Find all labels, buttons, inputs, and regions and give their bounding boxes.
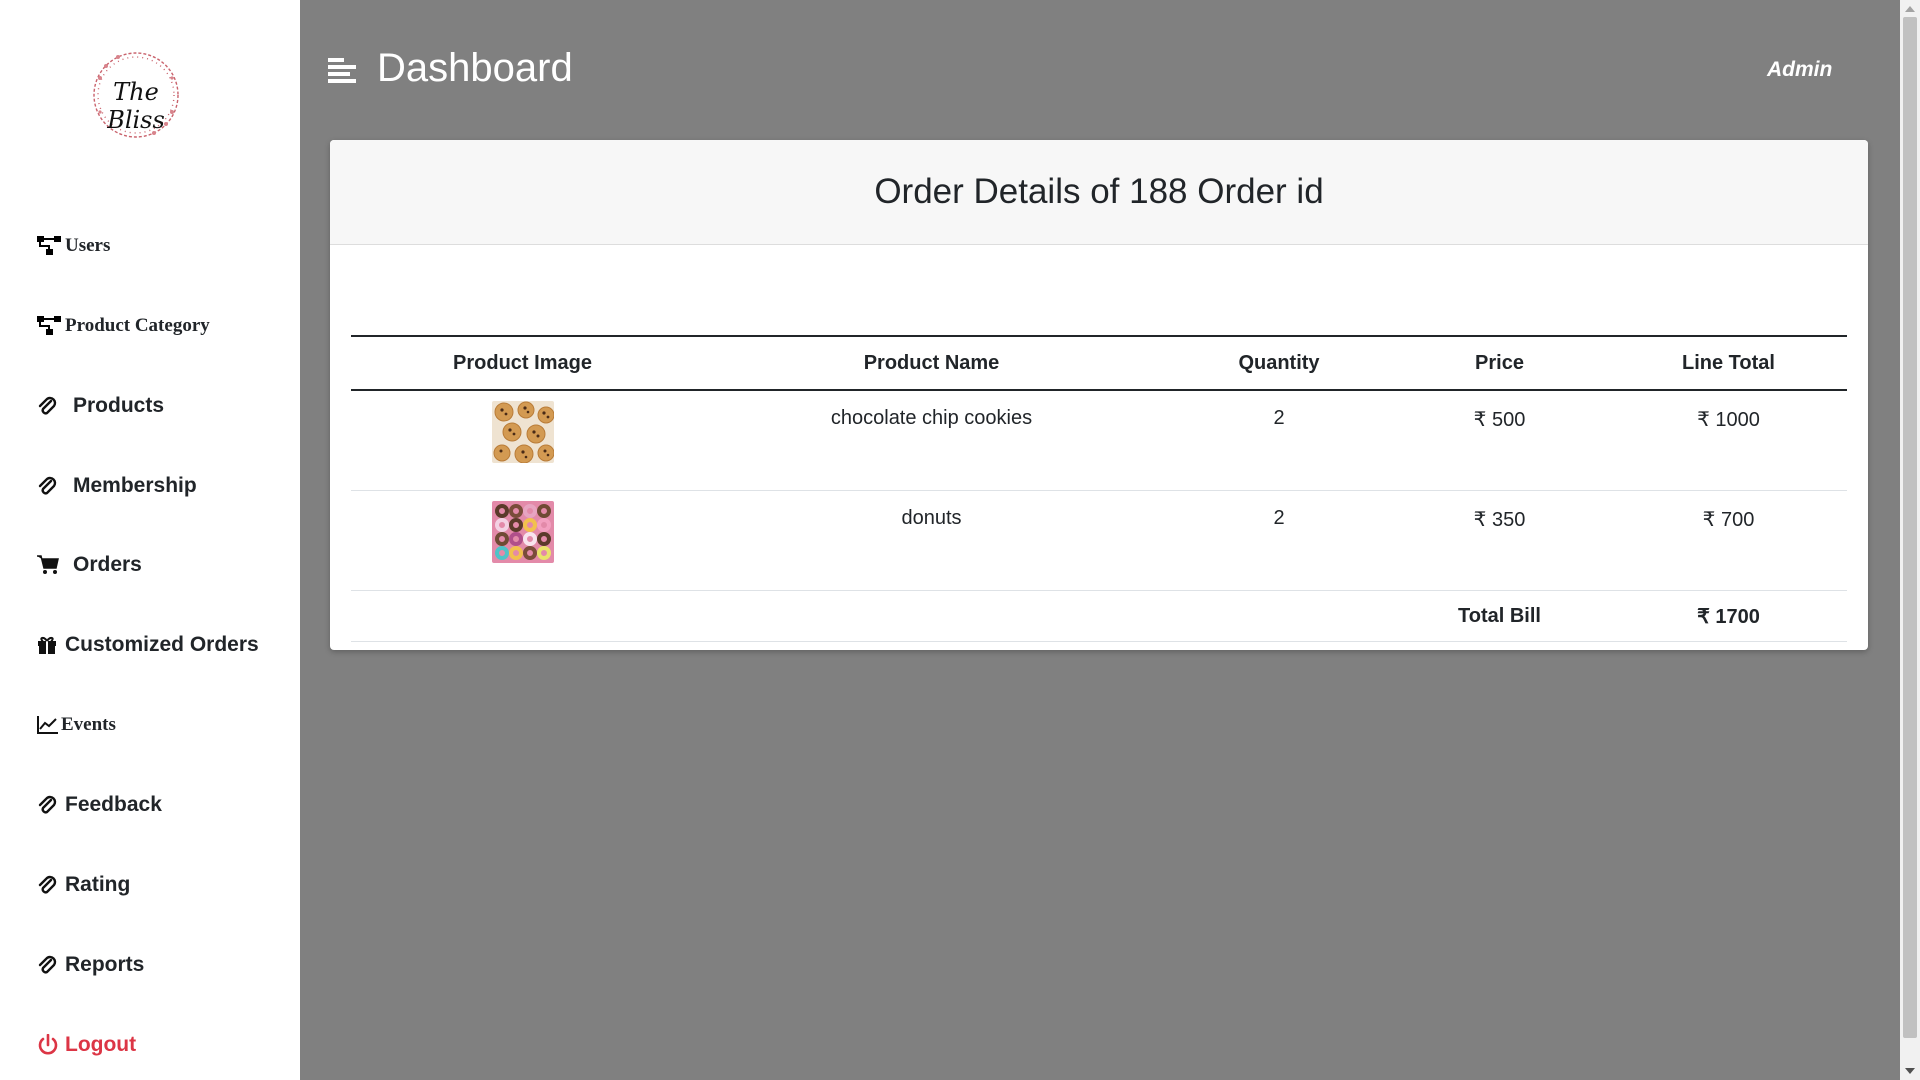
paperclip-icon: [37, 954, 63, 976]
sidebar-item-reports[interactable]: Reports: [37, 949, 144, 981]
sidebar-item-products[interactable]: Products: [37, 390, 164, 422]
column-header: Quantity: [1169, 335, 1389, 391]
logo-text: The Bliss: [107, 78, 165, 134]
sidebar: The Bliss Users Product Category Product…: [0, 0, 300, 1080]
sidebar-item-users[interactable]: Users: [37, 230, 110, 262]
price: ₹ 500: [1389, 390, 1610, 491]
sidebar-item-label: Membership: [73, 474, 197, 497]
sidebar-item-label: Rating: [65, 873, 131, 896]
column-header: Price: [1389, 335, 1610, 391]
card-header: Order Details of 188 Order id: [330, 140, 1868, 245]
donuts-image: [491, 501, 554, 563]
total-bill-label: Total Bill: [1389, 590, 1610, 642]
sidebar-item-label: Users: [65, 235, 111, 256]
power-icon: [37, 1034, 63, 1056]
column-header: Product Name: [694, 335, 1169, 391]
total-row: Total Bill ₹ 1700: [351, 590, 1847, 642]
product-image-cell: [351, 390, 694, 491]
gift-icon: [37, 634, 63, 656]
sidebar-item-label: Customized Orders: [65, 633, 259, 656]
price: ₹ 350: [1389, 490, 1610, 591]
cookies-image: [491, 401, 554, 463]
column-header: Product Image: [351, 335, 694, 391]
order-details-card: Order Details of 188 Order id Product Im…: [330, 140, 1868, 650]
table-row: chocolate chip cookies 2 ₹ 500 ₹ 1000: [351, 390, 1847, 491]
line-total: ₹ 1000: [1610, 390, 1847, 491]
sidebar-item-rating[interactable]: Rating: [37, 869, 130, 901]
quantity: 2: [1169, 490, 1389, 591]
vertical-scrollbar[interactable]: [1900, 0, 1920, 1080]
table-header-row: Product Image Product Name Quantity Pric…: [351, 335, 1847, 391]
menu-toggle-icon[interactable]: [328, 56, 358, 84]
scroll-up-arrow-icon[interactable]: [1905, 6, 1915, 12]
line-chart-icon: [37, 714, 59, 736]
sidebar-item-customized-orders[interactable]: Customized Orders: [37, 629, 259, 661]
scrollbar-thumb[interactable]: [1903, 17, 1917, 1038]
admin-user-label[interactable]: Admin: [1767, 58, 1832, 82]
product-name: chocolate chip cookies: [694, 390, 1169, 491]
scroll-down-arrow-icon[interactable]: [1905, 1068, 1915, 1074]
table-row: donuts 2 ₹ 350 ₹ 700: [351, 490, 1847, 591]
column-header: Line Total: [1610, 335, 1847, 391]
sidebar-item-label: Logout: [65, 1033, 137, 1056]
cart-icon: [37, 554, 71, 576]
sidebar-item-orders[interactable]: Orders: [37, 549, 142, 581]
sidebar-item-label: Events: [61, 714, 116, 735]
sidebar-item-events[interactable]: Events: [37, 709, 116, 741]
sidebar-item-label: Product Category: [65, 315, 210, 336]
paperclip-icon: [37, 874, 63, 896]
quantity: 2: [1169, 390, 1389, 491]
sidebar-item-feedback[interactable]: Feedback: [37, 789, 162, 821]
sidebar-item-label: Orders: [73, 553, 142, 576]
sidebar-item-logout[interactable]: Logout: [37, 1029, 136, 1061]
sitemap-icon: [37, 235, 63, 257]
paperclip-icon: [37, 395, 71, 417]
product-image-cell: [351, 490, 694, 591]
paperclip-icon: [37, 475, 71, 497]
sidebar-item-label: Feedback: [65, 793, 162, 816]
total-bill-value: ₹ 1700: [1610, 590, 1847, 642]
paperclip-icon: [37, 794, 63, 816]
brand-logo[interactable]: The Bliss: [86, 48, 186, 142]
sidebar-item-label: Products: [73, 394, 165, 417]
sidebar-item-label: Reports: [65, 953, 145, 976]
order-items-table: Product Image Product Name Quantity Pric…: [351, 335, 1847, 642]
order-title: Order Details of 188 Order id: [874, 172, 1324, 211]
sidebar-item-membership[interactable]: Membership: [37, 470, 197, 502]
sidebar-item-product-category[interactable]: Product Category: [37, 310, 210, 342]
line-total: ₹ 700: [1610, 490, 1847, 591]
main-content: Dashboard Admin Order Details of 188 Ord…: [300, 0, 1900, 1080]
product-name: donuts: [694, 490, 1169, 591]
page-title: Dashboard: [377, 46, 573, 90]
sitemap-icon: [37, 315, 63, 337]
